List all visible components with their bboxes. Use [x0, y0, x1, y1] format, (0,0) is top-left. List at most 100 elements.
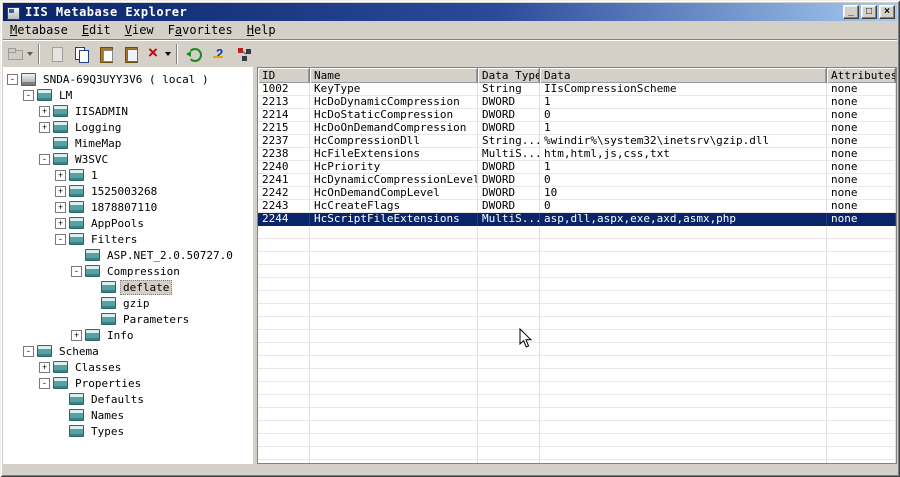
delete-button[interactable] [145, 43, 171, 65]
list-header: ID Name Data Type Data Attributes [258, 68, 896, 83]
column-header-attributes[interactable]: Attributes [827, 68, 896, 83]
paste-button[interactable] [95, 43, 118, 65]
table-row-2240[interactable]: 2240 HcPriority DWORD 1 none [258, 161, 896, 174]
tree-item-compression[interactable]: - Compression [3, 263, 253, 279]
empty-cell [827, 356, 896, 369]
tree-item-1525003268[interactable]: +1525003268 [3, 183, 253, 199]
empty-cell [827, 343, 896, 356]
empty-cell [478, 369, 540, 382]
dropdown-arrow-icon[interactable] [165, 51, 171, 56]
duplicate-button[interactable] [120, 43, 143, 65]
title-bar[interactable]: IIS Metabase Explorer _ □ × [3, 3, 897, 21]
collapse-icon[interactable]: - [23, 345, 34, 357]
table-row-2237[interactable]: 2237 HcCompressionDll String... %windir%\sy… [258, 135, 896, 148]
tree-item-label: Compression [107, 264, 180, 278]
tree-item-defaults[interactable]: Defaults [3, 391, 253, 407]
edit-data-button[interactable] [45, 43, 68, 65]
expand-icon[interactable]: + [55, 169, 66, 181]
empty-cell [478, 408, 540, 421]
tree-item-types[interactable]: Types [3, 423, 253, 439]
copy-button[interactable] [70, 43, 93, 65]
collapse-icon[interactable]: - [71, 265, 82, 277]
tree-item-asp-net-2-0-50727-0[interactable]: ASP.NET_2.0.50727.0 [3, 247, 253, 263]
table-row-2213[interactable]: 2213 HcDoDynamicCompression DWORD 1 none [258, 96, 896, 109]
tree-item-apppools[interactable]: + AppPools [3, 215, 253, 231]
cell-data-type: MultiS... [478, 213, 540, 226]
menu-favorites[interactable]: Favorites [161, 22, 240, 38]
tree-item-label: Names [91, 408, 125, 422]
expand-icon[interactable]: + [39, 121, 50, 133]
minimize-button[interactable]: _ [843, 5, 859, 19]
property-list: ID Name Data Type Data Attributes 1002 KeyTyp… [257, 67, 897, 464]
collapse-icon[interactable]: - [39, 377, 50, 389]
empty-row [258, 369, 896, 382]
tree-item-parameters[interactable]: Parameters [3, 311, 253, 327]
tree-item-info[interactable]: + Info [3, 327, 253, 343]
tree-item-classes[interactable]: + Classes [3, 359, 253, 375]
tree-item-1878807110[interactable]: +1878807110 [3, 199, 253, 215]
collapse-icon[interactable]: - [55, 233, 66, 245]
tree-item-deflate[interactable]: deflate [3, 279, 253, 295]
expand-icon[interactable]: + [39, 105, 50, 117]
table-row-2238[interactable]: 2238 HcFileExtensions MultiS... htm,html,js… [258, 148, 896, 161]
empty-row [258, 421, 896, 434]
tree-item-names[interactable]: Names [3, 407, 253, 423]
empty-cell [478, 252, 540, 265]
db-icon [53, 361, 68, 373]
tree-item-label: Parameters [123, 312, 190, 326]
cell-name: HcDoDynamicCompression [310, 96, 478, 109]
connect-button[interactable] [233, 43, 256, 65]
tree-item-gzip[interactable]: gzip [3, 295, 253, 311]
bottom-edge [3, 464, 897, 474]
column-header-id[interactable]: ID [258, 68, 310, 83]
collapse-icon[interactable]: - [23, 89, 34, 101]
maximize-button[interactable]: □ [861, 5, 877, 19]
tree-item-iisadmin[interactable]: + IISADMIN [3, 103, 253, 119]
tree-item-logging[interactable]: + Logging [3, 119, 253, 135]
tree-item-properties[interactable]: - Properties [3, 375, 253, 391]
table-row-2215[interactable]: 2215 HcDoOnDemandCompression DWORD 1 none [258, 122, 896, 135]
refresh-button[interactable] [183, 43, 206, 65]
tree-item-schema[interactable]: - Schema [3, 343, 253, 359]
menu-edit[interactable]: Edit [75, 22, 118, 38]
cell-name: HcOnDemandCompLevel [310, 187, 478, 200]
menu-view[interactable]: View [118, 22, 161, 38]
menu-help[interactable]: Help [240, 22, 283, 38]
column-header-name[interactable]: Name [310, 68, 478, 83]
expand-icon[interactable]: + [55, 201, 66, 213]
tree-item-mimemap[interactable]: MimeMap [3, 135, 253, 151]
expand-icon[interactable]: + [39, 361, 50, 373]
tree-item-filters[interactable]: - Filters [3, 231, 253, 247]
tree-item-snda-69q3uyy3v6-local[interactable]: - SNDA-69Q3UYY3V6 ( local ) [3, 71, 253, 87]
tree-item-label: Info [107, 328, 134, 342]
table-row-2241[interactable]: 2241 HcDynamicCompressionLevel DWORD 0 none [258, 174, 896, 187]
new-key-button[interactable] [7, 43, 33, 65]
tree-item-w3svc[interactable]: - W3SVC [3, 151, 253, 167]
expand-icon[interactable]: + [71, 329, 82, 341]
expand-icon[interactable]: + [55, 185, 66, 197]
table-row-2214[interactable]: 2214 HcDoStaticCompression DWORD 0 none [258, 109, 896, 122]
help-2-button[interactable] [208, 43, 231, 65]
expand-icon[interactable]: + [55, 217, 66, 229]
table-row-2243[interactable]: 2243 HcCreateFlags DWORD 0 none [258, 200, 896, 213]
menu-metabase[interactable]: Metabase [3, 22, 75, 38]
table-row-2242[interactable]: 2242 HcOnDemandCompLevel DWORD 10 none [258, 187, 896, 200]
dropdown-arrow-icon[interactable] [27, 51, 33, 56]
tree-item-label: AppPools [91, 216, 144, 230]
column-header-data-type[interactable]: Data Type [478, 68, 540, 83]
tree-item-label: W3SVC [75, 152, 109, 166]
edit-icon [48, 46, 65, 62]
cell-attributes: none [827, 122, 896, 135]
column-header-data[interactable]: Data [540, 68, 827, 83]
close-button[interactable]: × [879, 5, 895, 19]
tree-item-lm[interactable]: - LM [3, 87, 253, 103]
collapse-icon[interactable]: - [7, 73, 18, 85]
tree-item-1[interactable]: +1 [3, 167, 253, 183]
table-row-1002[interactable]: 1002 KeyType String IIsCompressionScheme non… [258, 83, 896, 96]
tree-item-label: 1 [91, 168, 98, 182]
collapse-icon[interactable]: - [39, 153, 50, 165]
table-row-2244[interactable]: 2244 HcScriptFileExtensions MultiS... asp,d… [258, 213, 896, 226]
